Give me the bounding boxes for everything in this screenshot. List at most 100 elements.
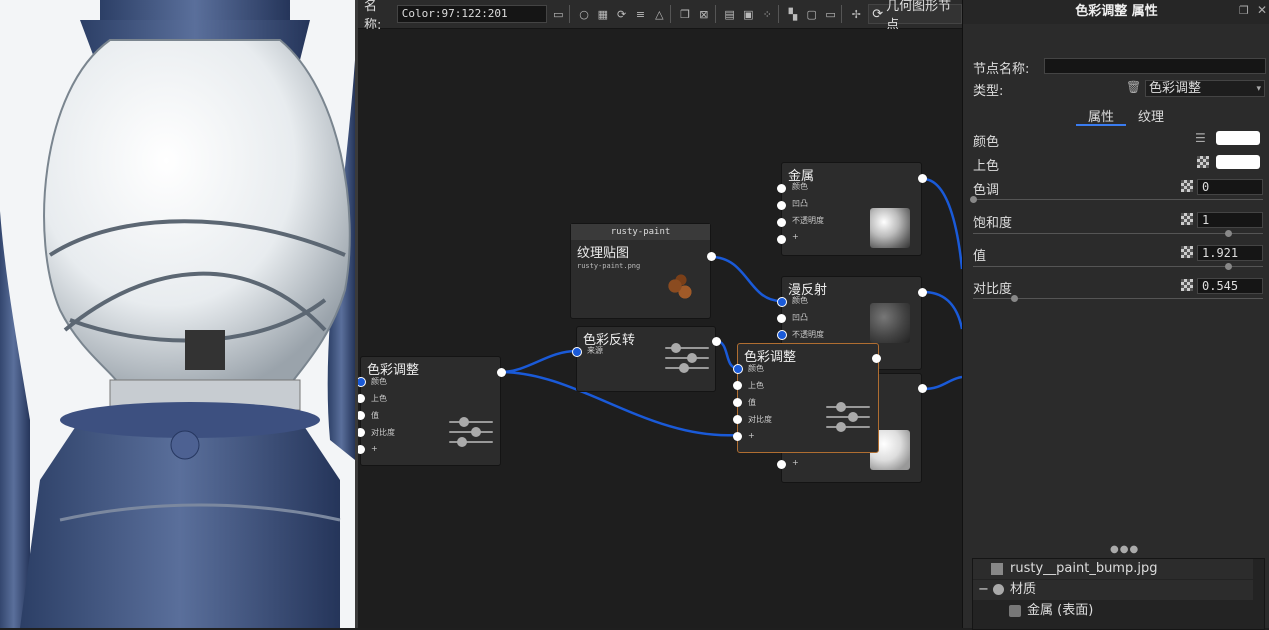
port-input[interactable]	[777, 297, 787, 307]
port-input[interactable]	[777, 314, 786, 323]
move-icon[interactable]: ✢	[848, 5, 864, 23]
port-output[interactable]	[707, 252, 716, 261]
tint-swatch[interactable]	[1216, 155, 1260, 169]
checker-icon[interactable]	[1181, 180, 1193, 192]
geometry-node-button[interactable]: ⟳ 几何图形节点	[868, 0, 962, 33]
hue-slider-knob[interactable]	[970, 196, 977, 203]
port-label: 值	[371, 411, 379, 420]
node-graph-canvas[interactable]: 金属 颜色 凹凸 不透明度 + rusty-paint 纹理贴图 rusty-p…	[358, 29, 962, 628]
port-label: +	[792, 458, 799, 467]
node-name-label: 节点名称:	[973, 62, 1030, 77]
toolbar-separator	[714, 5, 716, 23]
sliders-icon[interactable]: ☰	[1195, 131, 1206, 145]
port-input[interactable]	[733, 432, 742, 441]
port-input[interactable]	[777, 201, 786, 210]
dots-icon[interactable]: ⁘	[759, 5, 775, 23]
port-input[interactable]	[358, 411, 365, 420]
node-color-adjust[interactable]: 色彩调整 颜色 上色 值 对比度 +	[358, 356, 506, 466]
hue-input[interactable]: 0	[1197, 179, 1263, 195]
save-icon[interactable]: ▭	[550, 5, 566, 23]
port-input[interactable]	[777, 460, 786, 469]
port-input[interactable]	[777, 218, 786, 227]
hue-slider-track[interactable]	[973, 199, 1263, 200]
type-select[interactable]: 色彩调整 ▾	[1145, 80, 1265, 97]
port-input[interactable]	[358, 377, 366, 387]
layout-icon[interactable]: ▚	[785, 5, 801, 23]
port-input[interactable]	[733, 381, 742, 390]
port-label: +	[371, 444, 378, 453]
port-output[interactable]	[918, 384, 927, 393]
copy-icon[interactable]: ❐	[677, 5, 693, 23]
frame-icon[interactable]: ▢	[804, 5, 820, 23]
saturation-input[interactable]: 1	[1197, 212, 1263, 228]
port-input[interactable]	[358, 394, 365, 403]
port-input[interactable]	[572, 347, 582, 357]
value-input[interactable]: 1.921	[1197, 245, 1263, 261]
node-metal[interactable]: 金属 颜色 凹凸 不透明度 +	[777, 162, 927, 256]
checker-icon[interactable]	[1197, 156, 1209, 168]
saturation-slider-track[interactable]	[973, 233, 1263, 234]
port-input[interactable]	[733, 398, 742, 407]
port-input[interactable]	[358, 445, 365, 454]
warning-icon[interactable]: △	[651, 5, 667, 23]
port-input[interactable]	[777, 184, 786, 193]
toolbar-separator	[569, 5, 571, 23]
port-input[interactable]	[358, 428, 365, 437]
port-input[interactable]	[733, 364, 743, 374]
sliders-icon[interactable]: ≡	[633, 5, 649, 23]
trash-icon[interactable]: 🗑	[1126, 80, 1141, 94]
material-folder-icon	[993, 584, 1004, 595]
rotate-icon[interactable]: ⟳	[614, 5, 630, 23]
tree-icon[interactable]: ▣	[740, 5, 756, 23]
tree-item-label: 金属 (表面)	[1027, 603, 1094, 618]
port-output[interactable]	[918, 174, 927, 183]
contrast-slider-knob[interactable]	[1010, 295, 1018, 302]
tree-item[interactable]: rusty__paint_bump.jpg	[973, 559, 1253, 579]
checker-icon[interactable]	[1181, 279, 1193, 291]
tab-texture[interactable]: 纹理	[1138, 106, 1164, 125]
port-input[interactable]	[733, 415, 742, 424]
checker-icon[interactable]	[1181, 246, 1193, 258]
color-swatch[interactable]	[1216, 131, 1260, 145]
port-output[interactable]	[918, 288, 927, 297]
node-color-invert[interactable]: 色彩反转 来源	[572, 326, 721, 392]
port-label: 颜色	[748, 364, 764, 373]
port-label: +	[748, 431, 755, 440]
value-slider-knob[interactable]	[1225, 263, 1233, 270]
port-input[interactable]	[777, 235, 786, 244]
tab-properties[interactable]: 属性	[1088, 106, 1114, 125]
grid-icon[interactable]: ▤	[722, 5, 738, 23]
float-icon[interactable]: ❐	[1239, 4, 1249, 17]
saturation-slider-knob[interactable]	[1225, 230, 1233, 237]
render-icon[interactable]: ○	[576, 5, 592, 23]
port-input[interactable]	[777, 330, 787, 340]
node-name-input[interactable]	[1044, 58, 1266, 74]
checker-icon[interactable]	[1181, 213, 1193, 225]
node-color-adjust-selected[interactable]: 色彩调整 颜色 上色 值 对比度 +	[733, 343, 881, 453]
port-output[interactable]	[872, 354, 881, 363]
port-output[interactable]	[497, 368, 506, 377]
port-label: 上色	[371, 394, 387, 403]
scene-tree: rusty__paint_bump.jpg − 材质 金属 (表面)	[972, 558, 1265, 630]
node-texture-map[interactable]: rusty-paint 纹理贴图 rusty-paint.png	[570, 223, 716, 319]
tree-item[interactable]: 金属 (表面)	[973, 601, 1253, 621]
tree-item[interactable]: − 材质	[973, 580, 1253, 600]
fit-icon[interactable]: ▭	[823, 5, 839, 23]
image-icon	[991, 563, 1003, 575]
port-output[interactable]	[712, 337, 721, 346]
value-slider-track[interactable]	[973, 266, 1263, 267]
3d-viewport[interactable]	[0, 0, 355, 628]
type-value: 色彩调整	[1149, 81, 1202, 96]
port-label: 值	[748, 398, 756, 407]
splitter-handle-icon[interactable]: ●●●	[1110, 544, 1139, 555]
contrast-input[interactable]: 0.545	[1197, 278, 1263, 294]
node-header: rusty-paint	[571, 224, 710, 240]
node-sliders-icon	[665, 339, 709, 377]
port-label: 上色	[748, 381, 764, 390]
collapse-icon[interactable]: −	[978, 580, 989, 600]
name-field[interactable]: Color:97:122:201	[396, 5, 548, 23]
checker-icon[interactable]: ▦	[595, 5, 611, 23]
close-icon[interactable]: ✕	[1257, 3, 1267, 17]
delete-icon[interactable]: ⊠	[696, 5, 712, 23]
wire	[922, 375, 962, 391]
